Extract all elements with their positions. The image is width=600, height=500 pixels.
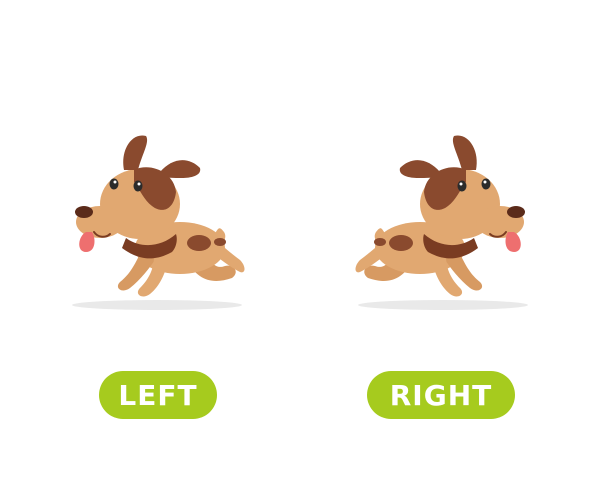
puppy-left-svg (72, 135, 245, 310)
puppy-right-illustration (348, 120, 538, 320)
left-label-button[interactable]: LEFT (99, 371, 217, 419)
left-label-text: LEFT (118, 378, 198, 412)
flashcard: LEFT RIGHT (0, 0, 600, 500)
puppy-right-svg (355, 135, 528, 310)
ground-shadow (72, 300, 242, 310)
ground-shadow (358, 300, 528, 310)
right-label-text: RIGHT (389, 378, 493, 412)
right-label-button[interactable]: RIGHT (367, 371, 515, 419)
puppy-left-illustration (62, 120, 252, 320)
